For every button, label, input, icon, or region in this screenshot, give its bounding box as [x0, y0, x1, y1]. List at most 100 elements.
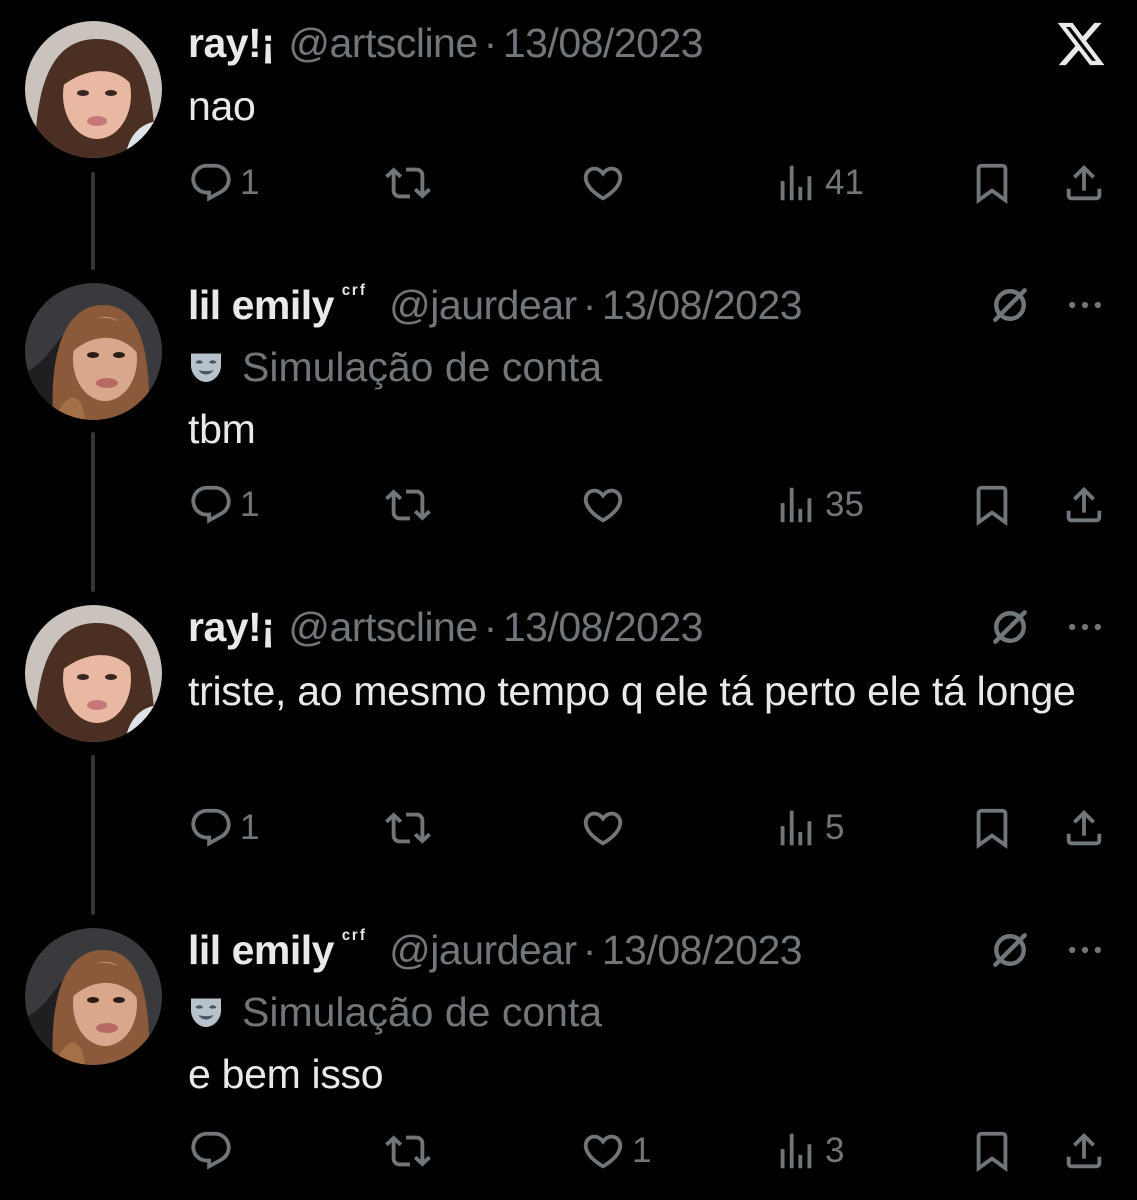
- reply-button[interactable]: 1: [188, 480, 259, 530]
- slashed-circle-icon[interactable]: [988, 283, 1032, 327]
- share-icon: [1066, 809, 1102, 846]
- views-icon: [780, 1133, 812, 1169]
- views-button[interactable]: 5: [773, 803, 844, 853]
- tweet-actions: 1 3: [0, 1126, 1137, 1176]
- views-icon: [780, 165, 812, 201]
- share-icon: [1066, 164, 1102, 201]
- mask-icon: [191, 353, 221, 382]
- tweet-actions: 1 41: [0, 158, 1137, 208]
- reply-button[interactable]: 1: [188, 158, 259, 208]
- heart-icon: [583, 488, 623, 523]
- share-icon: [1066, 1132, 1102, 1169]
- name-suffix: ᶜʳᶠ: [341, 925, 368, 950]
- tweet-actions: 1 35: [0, 480, 1137, 530]
- separator-dot: ·: [582, 926, 597, 973]
- share-button[interactable]: [1061, 158, 1107, 208]
- mask-icon: [191, 998, 221, 1027]
- username[interactable]: @artscline: [288, 604, 478, 651]
- profile-photo-emily: [25, 283, 162, 420]
- views-button[interactable]: 35: [773, 480, 864, 530]
- like-button[interactable]: [580, 803, 632, 853]
- display-name[interactable]: ray!¡: [188, 20, 275, 67]
- bookmark-icon: [976, 163, 1008, 204]
- heart-icon: [583, 166, 623, 201]
- tweet-header: lil emily ᶜʳᶠ @jaurdear · 13/08/2023: [188, 925, 803, 975]
- share-button[interactable]: [1061, 1126, 1107, 1176]
- tweet-date[interactable]: 13/08/2023: [602, 927, 803, 974]
- profile-photo-ray: [25, 21, 162, 158]
- reply-count: 1: [240, 808, 260, 847]
- like-button[interactable]: 1: [580, 1126, 651, 1176]
- reply-button[interactable]: 1: [188, 803, 259, 853]
- share-button[interactable]: [1061, 803, 1107, 853]
- avatar[interactable]: [25, 283, 162, 420]
- reply-icon: [191, 808, 231, 847]
- parody-label-text: Simulação de conta: [242, 988, 603, 1035]
- views-icon: [780, 487, 812, 523]
- display-name[interactable]: ray!¡: [188, 604, 275, 651]
- tweet-text: tbm: [188, 406, 256, 452]
- bookmark-button[interactable]: [969, 803, 1015, 853]
- profile-photo-ray: [25, 605, 162, 742]
- slashed-circle-icon[interactable]: [988, 928, 1032, 972]
- like-count: 1: [632, 1131, 652, 1170]
- heart-icon: [583, 1134, 623, 1169]
- bookmark-icon: [976, 485, 1008, 526]
- tweet-date[interactable]: 13/08/2023: [503, 604, 704, 651]
- username[interactable]: @artscline: [288, 20, 478, 67]
- more-icon[interactable]: [1063, 928, 1107, 972]
- views-button[interactable]: 3: [773, 1126, 844, 1176]
- avatar[interactable]: [25, 21, 162, 158]
- retweet-button[interactable]: [385, 1126, 431, 1176]
- tweet-actions: 1 5: [0, 803, 1137, 853]
- retweet-button[interactable]: [385, 803, 431, 853]
- avatar[interactable]: [25, 928, 162, 1065]
- reply-count: 1: [240, 163, 260, 202]
- profile-photo-emily: [25, 928, 162, 1065]
- bookmark-button[interactable]: [969, 1126, 1015, 1176]
- parody-label: Simulação de conta: [188, 342, 602, 392]
- tweet-text: triste, ao mesmo tempo q ele tá perto el…: [188, 668, 1076, 714]
- parody-label-text: Simulação de conta: [242, 343, 603, 390]
- name-suffix: ᶜʳᶠ: [341, 280, 368, 305]
- bookmark-button[interactable]: [969, 480, 1015, 530]
- more-icon[interactable]: [1063, 605, 1107, 649]
- like-button[interactable]: [580, 158, 632, 208]
- reply-icon: [191, 485, 231, 524]
- slashed-circle-icon[interactable]: [988, 605, 1032, 649]
- share-icon: [1066, 486, 1102, 523]
- avatar[interactable]: [25, 605, 162, 742]
- views-count: 35: [825, 485, 864, 524]
- retweet-icon: [385, 489, 431, 521]
- tweet-text: nao: [188, 83, 256, 129]
- tweet-date[interactable]: 13/08/2023: [503, 20, 704, 67]
- share-button[interactable]: [1061, 480, 1107, 530]
- retweet-icon: [385, 1135, 431, 1167]
- reply-button[interactable]: [188, 1126, 240, 1176]
- tweet-date[interactable]: 13/08/2023: [602, 282, 803, 329]
- retweet-button[interactable]: [385, 158, 431, 208]
- tweet-header: ray!¡ @artscline · 13/08/2023: [188, 602, 704, 652]
- views-icon: [780, 810, 812, 846]
- views-count: 5: [825, 808, 845, 847]
- reply-icon: [191, 163, 231, 202]
- like-button[interactable]: [580, 480, 632, 530]
- more-icon[interactable]: [1063, 283, 1107, 327]
- views-count: 3: [825, 1131, 845, 1170]
- username[interactable]: @jaurdear: [389, 927, 577, 974]
- views-button[interactable]: 41: [773, 158, 864, 208]
- separator-dot: ·: [582, 281, 597, 328]
- tweet-text: e bem isso: [188, 1051, 384, 1097]
- bookmark-button[interactable]: [969, 158, 1015, 208]
- parody-label: Simulação de conta: [188, 987, 602, 1037]
- retweet-icon: [385, 167, 431, 199]
- reply-count: 1: [240, 485, 260, 524]
- views-count: 41: [825, 163, 864, 202]
- display-name[interactable]: lil emily: [188, 282, 334, 329]
- username[interactable]: @jaurdear: [389, 282, 577, 329]
- retweet-button[interactable]: [385, 480, 431, 530]
- tweet-header: lil emily ᶜʳᶠ @jaurdear · 13/08/2023: [188, 280, 803, 330]
- display-name[interactable]: lil emily: [188, 927, 334, 974]
- x-logo-icon: [1057, 22, 1105, 66]
- bookmark-icon: [976, 808, 1008, 849]
